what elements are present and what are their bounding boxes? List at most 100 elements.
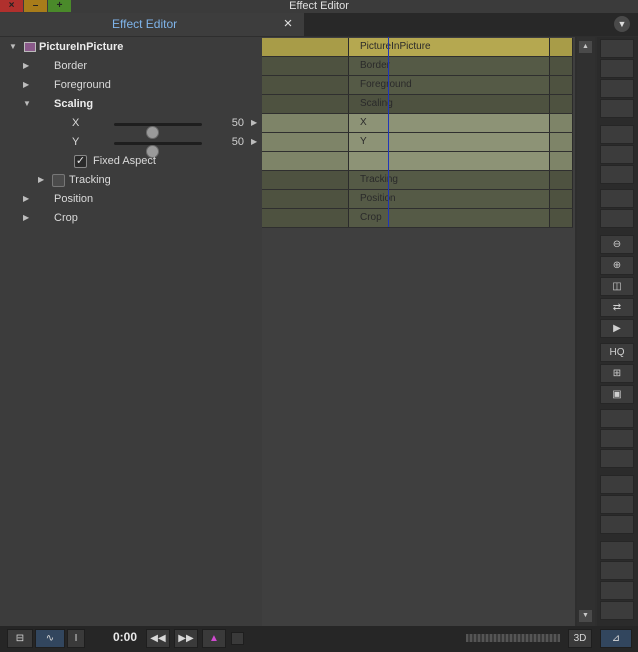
track-view-button[interactable]: ⊟ xyxy=(7,629,33,648)
keyframe-timeline[interactable]: PictureInPicture Border Foreground Scaling X… xyxy=(262,37,575,626)
tool-slot-button[interactable] xyxy=(600,561,634,580)
tool-slot-button[interactable] xyxy=(600,39,634,58)
tool-slot-button[interactable] xyxy=(600,475,634,494)
timeline-cell[interactable] xyxy=(262,114,349,132)
timeline-cell[interactable] xyxy=(550,133,573,151)
timeline-cell[interactable] xyxy=(262,171,349,189)
safe-area-button[interactable]: ▣ xyxy=(600,385,634,404)
scroll-down-icon[interactable]: ▼ xyxy=(579,610,592,622)
tool-slot-button[interactable] xyxy=(600,189,634,208)
previous-keyframe-button[interactable]: ◀◀ xyxy=(146,629,170,648)
play-button[interactable]: ▶ xyxy=(600,319,634,338)
tree-row-tracking[interactable]: ▶ Tracking xyxy=(0,171,262,190)
timeline-cell[interactable] xyxy=(349,133,550,151)
timeline-row[interactable]: Y xyxy=(262,133,573,152)
timeline-row[interactable]: X xyxy=(262,114,573,133)
timeline-row[interactable]: PictureInPicture xyxy=(262,38,573,57)
fixed-aspect-checkbox[interactable]: ✓ xyxy=(74,155,87,168)
split-view-button[interactable]: ◫ xyxy=(600,277,634,296)
tool-slot-button[interactable] xyxy=(600,145,634,164)
tool-slot-button[interactable] xyxy=(600,79,634,98)
scrub-bar[interactable] xyxy=(466,634,560,642)
next-keyframe-button[interactable]: ▶▶ xyxy=(174,629,198,648)
grid-button[interactable]: ⊞ xyxy=(600,364,634,383)
timeline-cell[interactable] xyxy=(550,57,573,75)
tool-slot-button[interactable] xyxy=(600,99,634,118)
tool-slot-button[interactable] xyxy=(600,581,634,600)
timeline-cell[interactable] xyxy=(262,209,349,227)
y-value[interactable]: 50 xyxy=(214,136,244,148)
panel-menu-button[interactable]: ▼ xyxy=(614,16,630,32)
tool-slot-button[interactable] xyxy=(600,165,634,184)
timeline-cell[interactable] xyxy=(349,152,550,170)
timeline-cell[interactable] xyxy=(262,57,349,75)
tool-slot-button[interactable] xyxy=(600,601,634,620)
timeline-cell[interactable] xyxy=(262,190,349,208)
cursor-tool-button[interactable]: I xyxy=(67,629,85,648)
timeline-row[interactable]: Scaling xyxy=(262,95,573,114)
toggle-square-button[interactable] xyxy=(231,632,244,645)
tool-slot-button[interactable] xyxy=(600,541,634,560)
timeline-row[interactable]: Border xyxy=(262,57,573,76)
timeline-row[interactable]: Tracking xyxy=(262,171,573,190)
3d-button[interactable]: 3D xyxy=(568,629,592,648)
playhead[interactable] xyxy=(388,37,389,227)
timeline-cell[interactable] xyxy=(550,38,573,56)
timeline-row[interactable]: Crop xyxy=(262,209,573,228)
tree-row-root[interactable]: ▼ PictureInPicture xyxy=(0,38,262,57)
x-value[interactable]: 50 xyxy=(214,117,244,129)
timeline-cell[interactable] xyxy=(262,76,349,94)
tool-slot-button[interactable] xyxy=(600,59,634,78)
timeline-cell[interactable] xyxy=(262,152,349,170)
add-keyframe-button[interactable]: ▲ xyxy=(202,629,226,648)
tree-row-border[interactable]: ▶ Border xyxy=(0,57,262,76)
timeline-cell[interactable] xyxy=(550,76,573,94)
tab-effect-editor[interactable]: Effect Editor × xyxy=(0,13,304,36)
expand-arrow-icon[interactable]: ▼ xyxy=(23,99,33,109)
timeline-row[interactable] xyxy=(262,152,573,171)
zoom-out-button[interactable]: ⊖ xyxy=(600,235,634,254)
timeline-row[interactable]: Foreground xyxy=(262,76,573,95)
timeline-cell[interactable] xyxy=(550,209,573,227)
collapsed-arrow-icon[interactable]: ▶ xyxy=(23,213,33,223)
timeline-cell[interactable] xyxy=(262,38,349,56)
collapsed-arrow-icon[interactable]: ▶ xyxy=(23,194,33,204)
graph-view-button[interactable]: ⊿ xyxy=(600,629,632,648)
timeline-cell[interactable] xyxy=(550,190,573,208)
expand-arrow-icon[interactable]: ▼ xyxy=(9,42,19,52)
tracking-checkbox[interactable] xyxy=(52,174,65,187)
keyframe-arrow-icon[interactable]: ▶ xyxy=(251,137,257,146)
tool-slot-button[interactable] xyxy=(600,495,634,514)
tool-slot-button[interactable] xyxy=(600,515,634,534)
vertical-scrollbar[interactable]: ▲ ▼ xyxy=(577,37,595,626)
tool-slot-button[interactable] xyxy=(600,409,634,428)
tree-row-foreground[interactable]: ▶ Foreground xyxy=(0,76,262,95)
y-slider[interactable] xyxy=(114,142,202,158)
tool-slot-button[interactable] xyxy=(600,209,634,228)
tool-slot-button[interactable] xyxy=(600,125,634,144)
graph-mode-button[interactable]: ∿ xyxy=(35,629,65,648)
collapsed-arrow-icon[interactable]: ▶ xyxy=(23,80,33,90)
zoom-in-button[interactable]: ⊕ xyxy=(600,256,634,275)
tab-close-button[interactable]: × xyxy=(280,15,296,33)
x-slider[interactable] xyxy=(114,123,202,139)
collapsed-arrow-icon[interactable]: ▶ xyxy=(23,61,33,71)
swap-button[interactable]: ⇄ xyxy=(600,298,634,317)
timeline-row[interactable]: Position xyxy=(262,190,573,209)
hq-button[interactable]: HQ xyxy=(600,343,634,362)
tool-slot-button[interactable] xyxy=(600,429,634,448)
timeline-cell[interactable] xyxy=(550,95,573,113)
timeline-cell[interactable] xyxy=(349,114,550,132)
timeline-cell[interactable] xyxy=(262,95,349,113)
collapsed-arrow-icon[interactable]: ▶ xyxy=(38,175,48,185)
scroll-up-icon[interactable]: ▲ xyxy=(579,41,592,53)
tree-row-position[interactable]: ▶ Position xyxy=(0,190,262,209)
timeline-cell[interactable] xyxy=(262,133,349,151)
tool-slot-button[interactable] xyxy=(600,449,634,468)
timeline-cell[interactable] xyxy=(550,152,573,170)
tree-row-scaling[interactable]: ▼ Scaling xyxy=(0,95,262,114)
timeline-cell[interactable] xyxy=(550,171,573,189)
keyframe-arrow-icon[interactable]: ▶ xyxy=(251,118,257,127)
timeline-cell[interactable] xyxy=(550,114,573,132)
tree-row-crop[interactable]: ▶ Crop xyxy=(0,209,262,228)
